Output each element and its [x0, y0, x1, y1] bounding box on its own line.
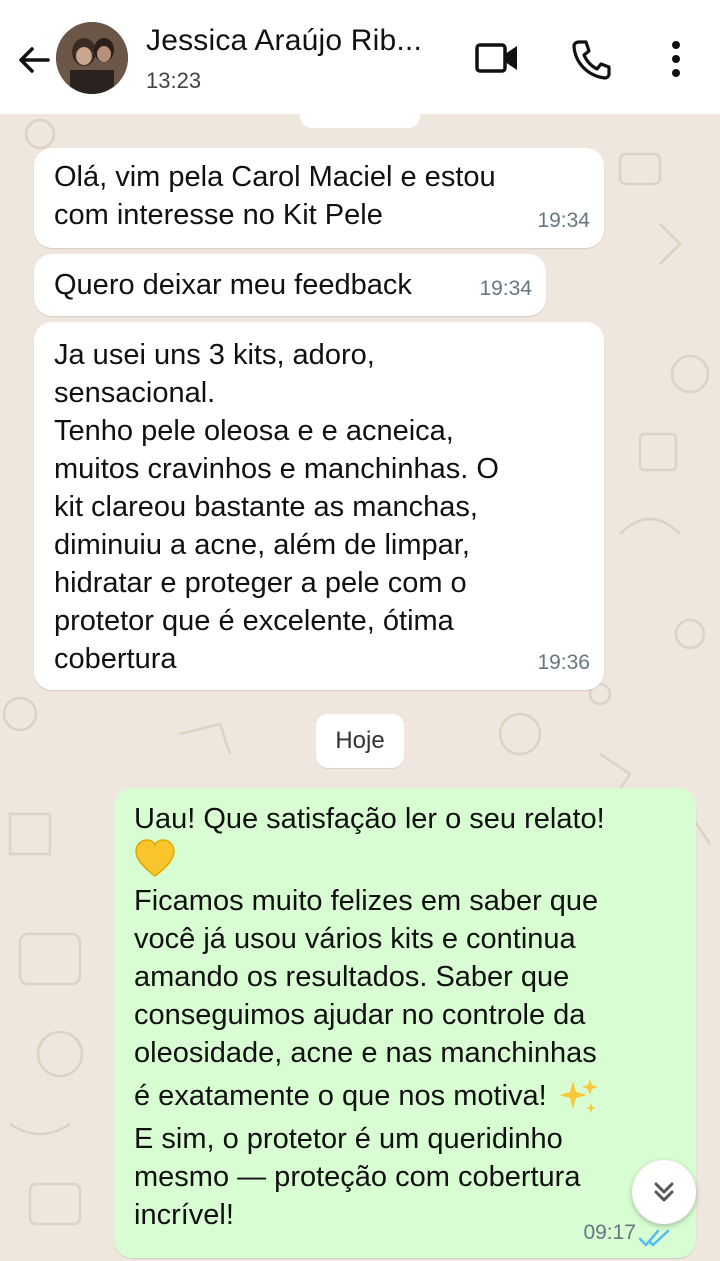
message-emoji-line [134, 838, 676, 882]
message-text: Olá, vim pela Carol Maciel e estou com i… [54, 161, 496, 231]
video-call-icon[interactable] [474, 38, 520, 78]
last-seen-time: 13:23 [146, 68, 202, 93]
message-text: Ja usei uns 3 kits, adoro, sensacional. … [54, 339, 499, 675]
message-time: 19:34 [537, 209, 590, 232]
voice-call-icon[interactable] [570, 38, 612, 80]
back-arrow-icon[interactable] [14, 40, 54, 80]
chat-area[interactable]: Olá, vim pela Carol Maciel e estou com i… [0, 114, 720, 1261]
message-text-line: Ficamos muito felizes em saber que [134, 885, 599, 917]
message-time: 19:36 [537, 651, 590, 674]
message-text: é exatamente o que nos motiva! [134, 1080, 547, 1112]
message-time: 19:34 [479, 277, 532, 300]
previous-message-edge [300, 114, 420, 128]
avatar[interactable] [56, 22, 128, 94]
message-text-line: oleosidade, acne e nas manchinhas [134, 1037, 597, 1069]
chat-header: Jessica Araújo Rib... 13:23 [0, 0, 720, 114]
message-text-line-with-emoji: é exatamente o que nos motiva! [134, 1072, 676, 1120]
message-text-line: Uau! Que satisfação ler o seu relato! [134, 803, 605, 835]
message-time: 09:17 [583, 1221, 636, 1244]
message-text-line: mesmo — proteção com cobertura [134, 1161, 581, 1193]
date-separator: Hoje [316, 714, 404, 768]
message-text-line: amando os resultados. Saber que [134, 961, 570, 993]
message-text-line: conseguimos ajudar no controle da [134, 999, 586, 1031]
read-receipt-icon [638, 1229, 670, 1247]
yellow-heart-icon [135, 839, 175, 878]
outgoing-message[interactable]: Uau! Que satisfação ler o seu relato! Fi… [114, 788, 696, 1258]
message-text: Quero deixar meu feedback [54, 269, 412, 301]
incoming-message[interactable]: Olá, vim pela Carol Maciel e estou com i… [34, 148, 604, 248]
more-options-icon[interactable] [664, 38, 688, 80]
incoming-message[interactable]: Ja usei uns 3 kits, adoro, sensacional. … [34, 322, 604, 690]
sparkles-icon [558, 1079, 598, 1114]
message-text-line: você já usou vários kits e continua [134, 923, 576, 955]
scroll-to-bottom-button[interactable] [632, 1160, 696, 1224]
contact-name[interactable]: Jessica Araújo Rib... [146, 24, 422, 58]
message-text-line: E sim, o protetor é um queridinho [134, 1123, 563, 1155]
double-chevron-down-icon [654, 1182, 674, 1202]
incoming-message[interactable]: Quero deixar meu feedback 19:34 [34, 254, 546, 316]
